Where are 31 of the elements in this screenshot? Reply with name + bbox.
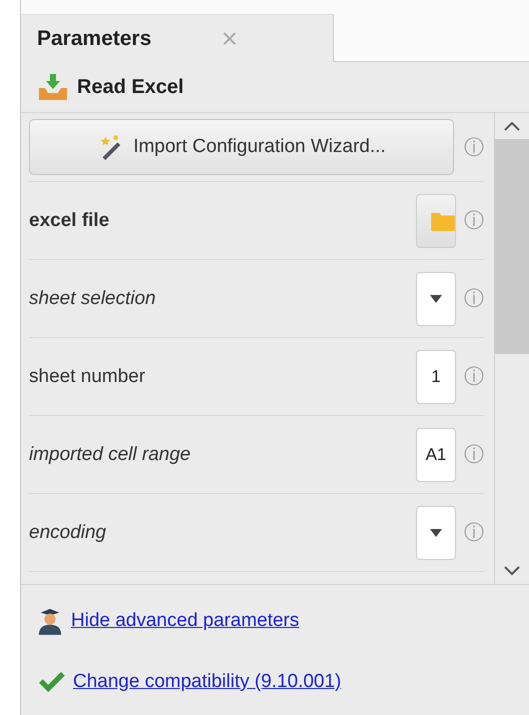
parameter-label: excel file [29,210,110,232]
folder-icon [431,210,455,230]
info-icon[interactable]: ⓘ [464,519,484,546]
info-icon[interactable]: ⓘ [464,363,484,390]
caret-icon [430,528,442,536]
dropdown-button[interactable] [416,506,456,560]
parameter-label: sheet selection [29,288,156,310]
parameter-label: imported cell range [29,444,191,466]
info-icon[interactable]: ⓘ [464,207,484,234]
checkmark-icon [37,671,65,693]
parameters-tab[interactable]: Parameters × [21,14,334,62]
parameter-label: sheet number [29,366,146,388]
link[interactable]: Hide advanced parameters [71,610,300,632]
import-tray-icon [37,72,69,102]
caret-icon [430,294,442,302]
person-icon [37,607,63,635]
import-wizard-button[interactable]: Import Configuration Wizard... [29,119,454,175]
parameter-label: encoding [29,522,106,544]
info-icon[interactable]: ⓘ [464,134,484,160]
info-icon[interactable]: ⓘ [464,285,484,312]
close-icon[interactable]: × [221,22,238,54]
value-field[interactable]: A1 [416,428,456,482]
scroll-down-icon[interactable] [504,566,520,576]
dropdown-button[interactable] [416,272,456,326]
operator-title: Read Excel [77,76,184,98]
scroll-up-icon[interactable] [504,121,520,131]
value-field[interactable]: 1 [416,350,456,404]
link[interactable]: Change compatibility (9.10.001) [73,671,342,693]
info-icon[interactable]: ⓘ [464,441,484,468]
scrollbar[interactable] [494,113,529,584]
scrollbar-thumb[interactable] [495,139,529,354]
